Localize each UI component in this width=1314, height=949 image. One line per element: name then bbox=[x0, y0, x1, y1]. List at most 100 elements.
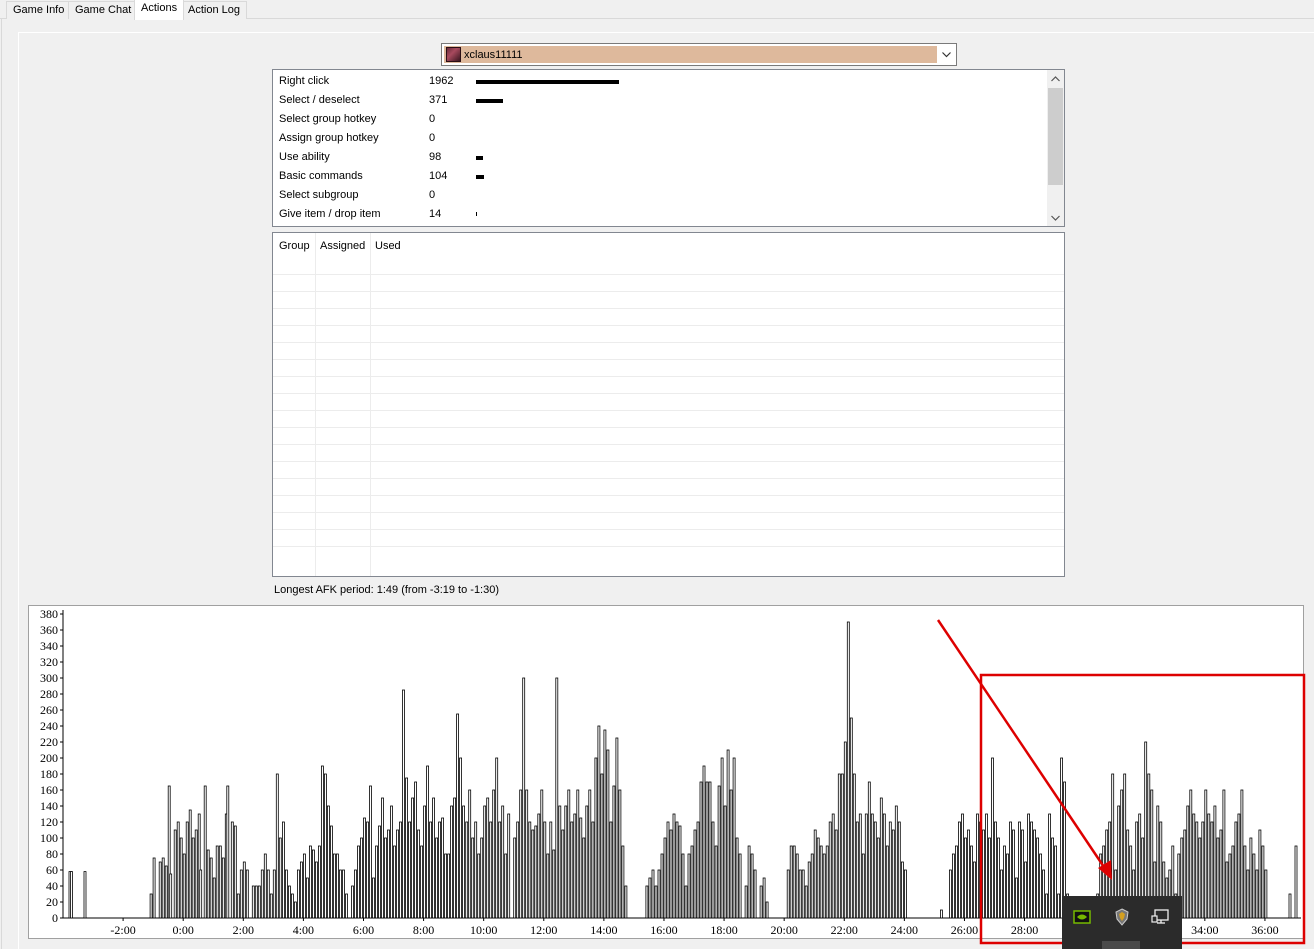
apm-bar bbox=[624, 885, 628, 919]
column-header-assigned[interactable]: Assigned bbox=[320, 240, 365, 252]
apm-bar bbox=[188, 809, 192, 919]
groups-table[interactable]: Group Assigned Used bbox=[272, 232, 1065, 577]
tab-game-chat[interactable]: Game Chat bbox=[68, 1, 139, 19]
apm-bar bbox=[1048, 813, 1051, 919]
x-tick-label: 28:00 bbox=[1011, 923, 1038, 937]
apm-bar bbox=[543, 821, 547, 919]
action-count: 1962 bbox=[429, 75, 454, 87]
apm-bar bbox=[384, 837, 387, 919]
apm-bar bbox=[215, 845, 219, 919]
column-header-group[interactable]: Group bbox=[279, 240, 310, 252]
apm-bar bbox=[272, 869, 276, 919]
tab-game-info[interactable]: Game Info bbox=[6, 1, 72, 19]
apm-bar bbox=[852, 773, 856, 919]
action-row[interactable]: Basic commands 104 bbox=[273, 167, 1048, 186]
table-row-divider bbox=[273, 512, 1064, 513]
apm-bar bbox=[555, 677, 559, 919]
apm-bar bbox=[759, 885, 763, 919]
x-tick-label: 24:00 bbox=[891, 923, 918, 937]
apm-bar bbox=[747, 845, 751, 919]
apm-bar bbox=[426, 765, 430, 919]
apm-bar bbox=[882, 813, 886, 919]
column-header-used[interactable]: Used bbox=[375, 240, 401, 252]
apm-bar bbox=[648, 877, 652, 919]
apm-bar bbox=[726, 749, 730, 919]
x-tick-label: 10:00 bbox=[470, 923, 497, 937]
apm-bar bbox=[260, 869, 264, 919]
apm-bar bbox=[681, 853, 685, 919]
apm-bar bbox=[651, 869, 655, 919]
table-row-divider bbox=[273, 546, 1064, 547]
apm-bar bbox=[507, 813, 511, 919]
player-select[interactable]: xclaus11111 bbox=[441, 43, 957, 66]
apm-bar bbox=[654, 885, 658, 919]
apm-bar bbox=[1201, 821, 1205, 919]
apm-bar bbox=[831, 813, 835, 919]
nvidia-icon[interactable] bbox=[1072, 907, 1092, 927]
apm-bar bbox=[522, 677, 526, 919]
apm-bar bbox=[366, 821, 369, 919]
apm-bar bbox=[164, 865, 168, 919]
apm-bar bbox=[308, 845, 312, 919]
apm-bar bbox=[281, 821, 285, 919]
apm-bar bbox=[1288, 893, 1292, 919]
scroll-down-icon[interactable] bbox=[1047, 209, 1064, 226]
apm-bar bbox=[684, 885, 688, 919]
apm-bar bbox=[693, 829, 697, 919]
actions-list[interactable]: Right click 1962 Select / deselect 371 Selec… bbox=[272, 69, 1065, 227]
action-count-bar bbox=[476, 175, 484, 179]
apm-bar bbox=[381, 797, 384, 919]
apm-chart: 0 20 40 60 80 100 120 140 160 180 200 220 240 260 280 3… bbox=[28, 605, 1304, 939]
action-count: 0 bbox=[429, 132, 436, 144]
apm-bar bbox=[690, 845, 694, 919]
apm-bar bbox=[861, 853, 865, 919]
apm-bar bbox=[1189, 789, 1193, 919]
apm-bar bbox=[837, 773, 841, 919]
apm-bar bbox=[311, 849, 315, 919]
x-tick-label: 8:00 bbox=[413, 923, 434, 937]
action-row[interactable]: Right click 1962 bbox=[273, 72, 1048, 91]
apm-bar bbox=[486, 797, 490, 919]
apm-bar bbox=[1246, 869, 1250, 919]
tab-actions[interactable]: Actions bbox=[134, 0, 185, 20]
table-row-divider bbox=[273, 410, 1064, 411]
chevron-down-icon[interactable] bbox=[938, 46, 954, 63]
shield-icon[interactable] bbox=[1112, 907, 1132, 927]
apm-bar bbox=[209, 857, 213, 919]
action-row[interactable]: Give item / drop item 14 bbox=[273, 205, 1048, 224]
tab-action-log[interactable]: Action Log bbox=[181, 1, 247, 19]
apm-bar bbox=[456, 713, 460, 919]
apm-bar bbox=[199, 869, 203, 919]
apm-bar bbox=[206, 849, 210, 919]
apm-bar bbox=[846, 621, 850, 919]
apm-bar bbox=[711, 821, 715, 919]
action-count-bar bbox=[476, 156, 483, 160]
apm-bar bbox=[1021, 829, 1024, 919]
table-row-divider bbox=[273, 308, 1064, 309]
action-row[interactable]: Use ability 98 bbox=[273, 148, 1048, 167]
apm-bar bbox=[242, 861, 246, 919]
apm-bar bbox=[1255, 869, 1259, 919]
apm-bar bbox=[236, 893, 240, 919]
apm-bar bbox=[660, 853, 664, 919]
action-row[interactable]: Select group hotkey 0 bbox=[273, 110, 1048, 129]
scroll-thumb[interactable] bbox=[1048, 88, 1063, 185]
apm-bar bbox=[411, 797, 415, 919]
action-row[interactable]: Select / deselect 371 bbox=[273, 91, 1048, 110]
apm-bar bbox=[447, 853, 451, 919]
apm-bar bbox=[378, 825, 381, 919]
apm-bar bbox=[528, 821, 532, 919]
action-row[interactable]: Assign group hotkey 0 bbox=[273, 129, 1048, 148]
table-row-divider bbox=[273, 325, 1064, 326]
player-name: xclaus11111 bbox=[464, 49, 523, 61]
action-row[interactable]: Select subgroup 0 bbox=[273, 186, 1048, 205]
tab-bar: Game Info Game Chat Actions Action Log bbox=[0, 0, 1314, 20]
apm-bar bbox=[489, 821, 493, 919]
apm-bar bbox=[699, 781, 703, 919]
apm-bar bbox=[287, 885, 291, 919]
scroll-up-icon[interactable] bbox=[1047, 70, 1064, 87]
apm-bar bbox=[579, 817, 583, 919]
actions-scrollbar[interactable] bbox=[1047, 70, 1064, 226]
network-icon[interactable] bbox=[1151, 907, 1171, 927]
apm-bar bbox=[354, 869, 357, 919]
